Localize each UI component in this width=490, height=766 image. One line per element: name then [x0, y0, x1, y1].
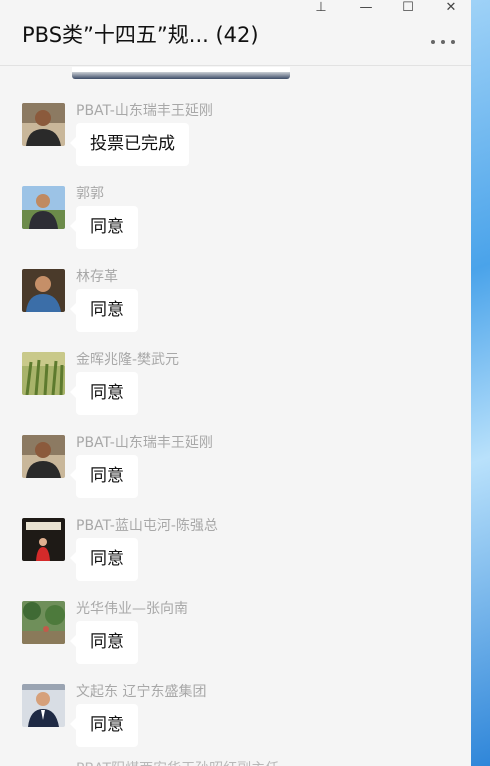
sender-name: PBAT-山东瑞丰王延刚 [76, 435, 213, 451]
message-list[interactable]: PBAT-山东瑞丰王延刚 投票已完成 郭郭 同意 林存革 同意 金晖兆隆-樊武元 [0, 67, 471, 766]
avatar[interactable] [22, 103, 65, 146]
message-item: 林存革 同意 [0, 269, 471, 352]
minimize-icon[interactable]: — [356, 0, 376, 15]
close-icon[interactable]: ✕ [441, 0, 461, 15]
sender-name: PBAT阳煤西安华玉孙昭红副主任 [76, 758, 279, 766]
desktop-background [471, 0, 490, 766]
avatar[interactable] [22, 269, 65, 312]
message-item: PBAT-山东瑞丰王延刚 投票已完成 [0, 103, 471, 186]
message-bubble[interactable]: 投票已完成 [70, 123, 189, 166]
avatar[interactable] [22, 601, 65, 644]
avatar[interactable] [22, 684, 65, 727]
sender-name: PBAT-山东瑞丰王延刚 [76, 103, 213, 119]
sender-name: 林存革 [76, 269, 118, 285]
message-bubble[interactable]: 同意 [70, 704, 138, 747]
message-bubble[interactable]: 同意 [70, 372, 138, 415]
message-item: 文起东 辽宁东盛集团 同意 [0, 684, 471, 766]
sender-name: 金晖兆隆-樊武元 [76, 352, 180, 368]
avatar[interactable] [22, 435, 65, 478]
sender-name: PBAT-蓝山屯河-陈强总 [76, 518, 218, 534]
chat-title: PBS类”十四五”规... (42) [22, 23, 259, 47]
avatar[interactable] [22, 518, 65, 561]
maximize-icon[interactable]: ☐ [398, 0, 418, 15]
message-item: PBAT-山东瑞丰王延刚 同意 [0, 435, 471, 518]
message-bubble[interactable]: 同意 [70, 538, 138, 581]
chat-window: PBS类”十四五”规... (42) ⊥ — ☐ ✕ PBAT-山东瑞丰王延刚 … [0, 0, 471, 766]
message-item: 光华伟业—张向南 同意 [0, 601, 471, 684]
message-bubble[interactable]: 同意 [70, 455, 138, 498]
message-item: PBAT-蓝山屯河-陈强总 同意 [0, 518, 471, 601]
message-bubble[interactable]: 同意 [70, 289, 138, 332]
avatar[interactable] [22, 186, 65, 229]
sender-name: 郭郭 [76, 186, 104, 202]
message-item: 郭郭 同意 [0, 186, 471, 269]
pin-icon[interactable]: ⊥ [311, 0, 331, 15]
more-options-icon[interactable] [431, 38, 455, 46]
shared-image-preview[interactable] [72, 67, 290, 79]
message-bubble[interactable]: 同意 [70, 621, 138, 664]
message-item: 金晖兆隆-樊武元 同意 [0, 352, 471, 435]
message-bubble[interactable]: 同意 [70, 206, 138, 249]
sender-name: 光华伟业—张向南 [76, 601, 188, 617]
avatar[interactable] [22, 352, 65, 395]
sender-name: 文起东 辽宁东盛集团 [76, 684, 207, 700]
title-bar: PBS类”十四五”规... (42) ⊥ — ☐ ✕ [0, 0, 471, 66]
